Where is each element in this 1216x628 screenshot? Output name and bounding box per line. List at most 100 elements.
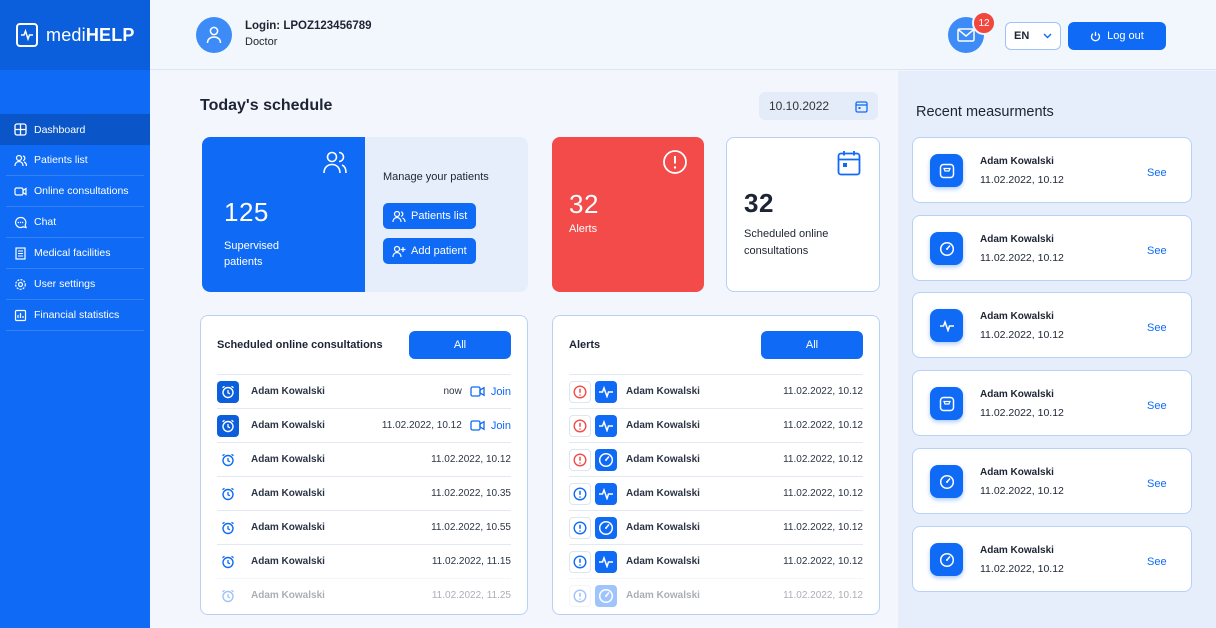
table-row[interactable]: Adam Kowalski 11.02.2022, 10.12 bbox=[569, 408, 863, 442]
consultations-list: Adam Kowalski now Join Adam Kowalski 11.02.2… bbox=[201, 374, 527, 612]
alerts-card[interactable]: 32 Alerts bbox=[552, 137, 704, 292]
sidebar-item-label: Financial statistics bbox=[34, 309, 120, 321]
patient-name: Adam Kowalski bbox=[980, 467, 1054, 478]
patient-name: Adam Kowalski bbox=[626, 454, 700, 465]
alert-info-icon bbox=[569, 516, 591, 539]
alert-high-icon bbox=[569, 414, 591, 437]
scheduled-count: 32 bbox=[744, 188, 774, 218]
gauge-icon bbox=[930, 232, 963, 265]
alert-info-icon bbox=[569, 550, 591, 573]
gauge-icon bbox=[595, 584, 617, 607]
sidebar-item-patients-list[interactable]: Patients list bbox=[6, 145, 144, 176]
sidebar-item-user-settings[interactable]: User settings bbox=[6, 269, 144, 300]
table-row[interactable]: Adam Kowalski 11.02.2022, 10.12 bbox=[569, 544, 863, 578]
table-row[interactable]: Adam Kowalski 11.02.2022, 10.12 bbox=[217, 442, 511, 476]
sidebar-item-chat[interactable]: Chat bbox=[6, 207, 144, 238]
table-row[interactable]: Adam Kowalski 11.02.2022, 10.12 bbox=[569, 578, 863, 612]
pulse-icon bbox=[930, 309, 963, 342]
consultation-time: 11.02.2022, 10.55 bbox=[431, 522, 511, 533]
sidebar-item-dashboard[interactable]: Dashboard bbox=[0, 114, 150, 145]
measurement-card[interactable]: Adam Kowalski 11.02.2022, 10.12 See bbox=[912, 370, 1192, 436]
alert-time: 11.02.2022, 10.12 bbox=[783, 488, 863, 499]
alert-time: 11.02.2022, 10.12 bbox=[783, 522, 863, 533]
table-row[interactable]: Adam Kowalski 11.02.2022, 10.12 bbox=[569, 510, 863, 544]
alert-info-icon bbox=[569, 584, 591, 607]
add-patient-button[interactable]: Add patient bbox=[383, 238, 476, 264]
patient-name: Adam Kowalski bbox=[980, 234, 1054, 245]
pulse-icon bbox=[595, 414, 617, 437]
messages-count-badge: 12 bbox=[972, 11, 996, 35]
main-content: Today's schedule 10.10.2022 125 Supervis… bbox=[150, 71, 898, 628]
consultation-time: now bbox=[443, 386, 462, 397]
pulse-icon bbox=[595, 482, 617, 505]
measurement-card[interactable]: Adam Kowalski 11.02.2022, 10.12 See bbox=[912, 215, 1192, 281]
users-icon bbox=[14, 154, 27, 167]
language-select[interactable]: EN bbox=[1005, 22, 1061, 50]
join-button[interactable]: Join bbox=[470, 420, 511, 432]
user-role: Doctor bbox=[245, 36, 278, 48]
video-icon bbox=[14, 185, 27, 198]
measurement-card[interactable]: Adam Kowalski 11.02.2022, 10.12 See bbox=[912, 448, 1192, 514]
logout-button[interactable]: Log out bbox=[1068, 22, 1166, 50]
table-row[interactable]: Adam Kowalski 11.02.2022, 10.12 bbox=[569, 476, 863, 510]
pulse-icon bbox=[595, 550, 617, 573]
recent-measurements-title: Recent measurments bbox=[916, 104, 1054, 120]
supervised-patients-count: 125 bbox=[224, 197, 269, 227]
chat-icon bbox=[14, 216, 27, 229]
table-row[interactable]: Adam Kowalski 11.02.2022, 10.55 bbox=[217, 510, 511, 544]
patient-name: Adam Kowalski bbox=[980, 389, 1054, 400]
table-row[interactable]: Adam Kowalski 11.02.2022, 10.35 bbox=[217, 476, 511, 510]
table-row[interactable]: Adam Kowalski 11.02.2022, 10.12 bbox=[569, 442, 863, 476]
join-button[interactable]: Join bbox=[470, 386, 511, 398]
gauge-icon bbox=[930, 465, 963, 498]
gauge-icon bbox=[595, 516, 617, 539]
alerts-panel: Alerts All Adam Kowalski 11.02.2022, 10.1… bbox=[552, 315, 880, 615]
alert-time: 11.02.2022, 10.12 bbox=[783, 386, 863, 397]
sidebar-item-label: Online consultations bbox=[34, 185, 129, 197]
table-row[interactable]: Adam Kowalski 11.02.2022, 11.25 bbox=[217, 578, 511, 612]
table-row[interactable]: Adam Kowalski 11.02.2022, 10.12 bbox=[569, 374, 863, 408]
patient-name: Adam Kowalski bbox=[626, 488, 700, 499]
see-link[interactable]: See bbox=[1147, 478, 1167, 490]
see-link[interactable]: See bbox=[1147, 322, 1167, 334]
sidebar-item-online-consultations[interactable]: Online consultations bbox=[6, 176, 144, 207]
see-link[interactable]: See bbox=[1147, 400, 1167, 412]
patient-name: Adam Kowalski bbox=[980, 156, 1054, 167]
avatar[interactable] bbox=[196, 17, 232, 53]
sidebar-item-medical-facilities[interactable]: Medical facilities bbox=[6, 238, 144, 269]
alerts-count: 32 bbox=[569, 189, 599, 219]
table-row[interactable]: Adam Kowalski 11.02.2022, 11.15 bbox=[217, 544, 511, 578]
language-value: EN bbox=[1014, 30, 1030, 42]
patient-name: Adam Kowalski bbox=[626, 386, 700, 397]
alert-high-icon bbox=[569, 448, 591, 471]
see-link[interactable]: See bbox=[1147, 556, 1167, 568]
measurement-card[interactable]: Adam Kowalski 11.02.2022, 10.12 See bbox=[912, 137, 1192, 203]
table-row[interactable]: Adam Kowalski 11.02.2022, 10.12 Join bbox=[217, 408, 511, 442]
measurement-card[interactable]: Adam Kowalski 11.02.2022, 10.12 See bbox=[912, 292, 1192, 358]
sidebar-item-financial-statistics[interactable]: Financial statistics bbox=[6, 300, 144, 331]
see-link[interactable]: See bbox=[1147, 167, 1167, 179]
patient-name: Adam Kowalski bbox=[251, 556, 325, 567]
consultations-all-button[interactable]: All bbox=[409, 331, 511, 359]
see-link[interactable]: See bbox=[1147, 245, 1167, 257]
user-info: Login: LPOZ123456789 Doctor bbox=[245, 20, 372, 48]
alerts-all-button[interactable]: All bbox=[761, 331, 863, 359]
table-row[interactable]: Adam Kowalski now Join bbox=[217, 374, 511, 408]
alerts-label: Alerts bbox=[569, 223, 598, 235]
patients-list-button[interactable]: Patients list bbox=[383, 203, 477, 229]
scheduled-consultations-card[interactable]: 32 Scheduled online consultations bbox=[726, 137, 880, 292]
logo-text: mediHELP bbox=[46, 24, 135, 45]
measurement-card[interactable]: Adam Kowalski 11.02.2022, 10.12 See bbox=[912, 526, 1192, 592]
patients-list-label: Patients list bbox=[411, 210, 468, 222]
alarm-clock-icon bbox=[217, 380, 239, 403]
supervised-patients-tile[interactable]: 125 Supervised patients bbox=[202, 137, 365, 292]
patient-name: Adam Kowalski bbox=[251, 590, 325, 601]
date-picker[interactable]: 10.10.2022 bbox=[759, 92, 878, 120]
logo[interactable]: mediHELP bbox=[0, 0, 150, 70]
scheduled-label: Scheduled online consultations bbox=[744, 228, 829, 257]
calendar-icon bbox=[837, 151, 861, 176]
measurement-date: 11.02.2022, 10.12 bbox=[980, 252, 1064, 264]
alarm-clock-icon bbox=[217, 449, 239, 471]
chart-icon bbox=[14, 309, 27, 322]
alert-high-icon bbox=[569, 380, 591, 403]
